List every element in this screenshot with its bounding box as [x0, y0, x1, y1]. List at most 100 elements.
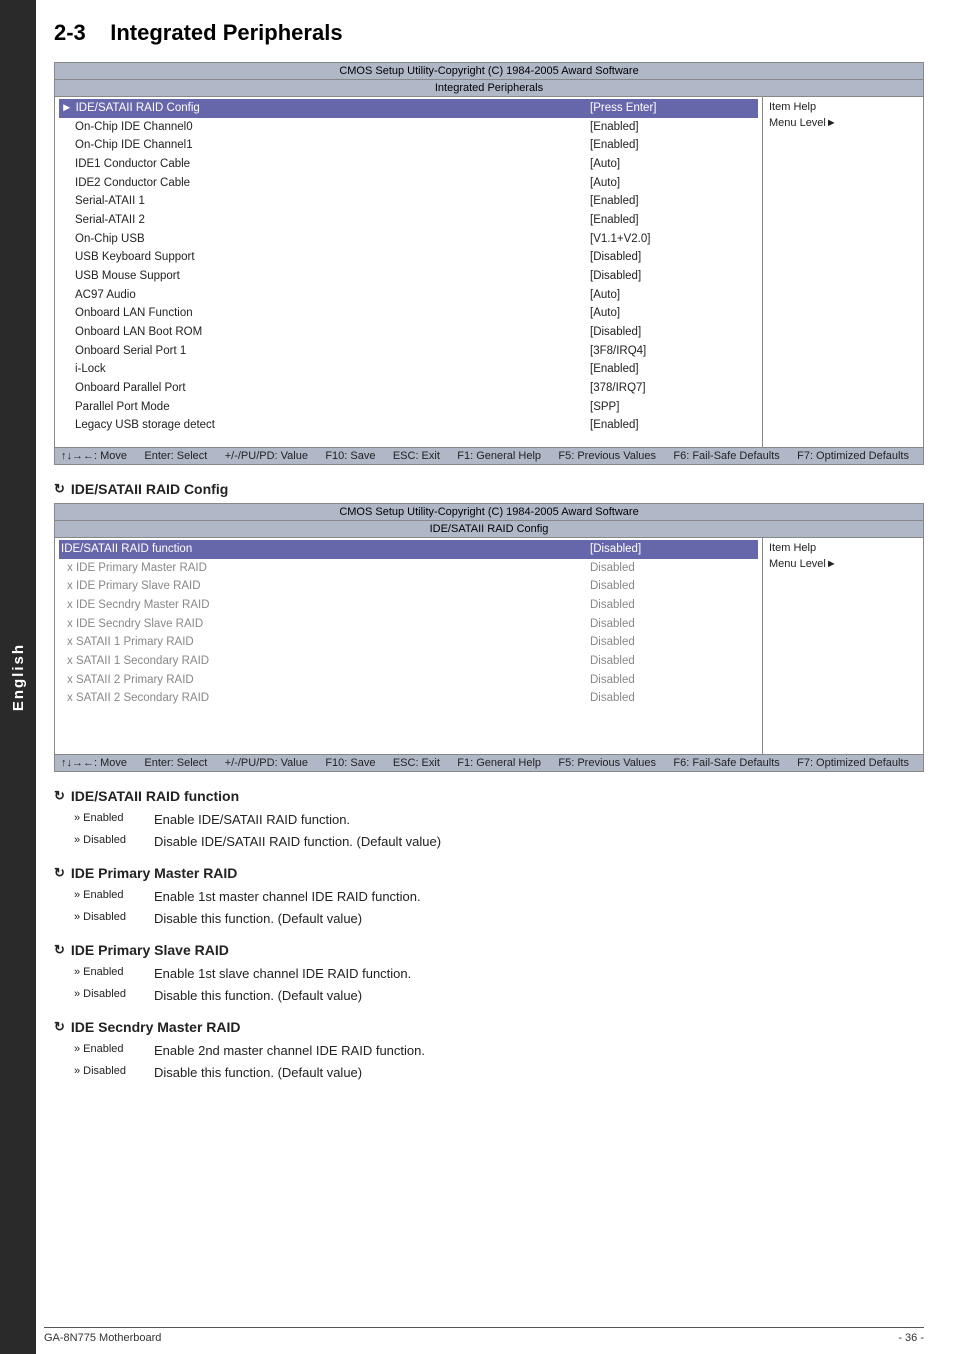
desc-list-ide-primary-slave: » Enabled Enable 1st slave channel IDE R…: [74, 964, 924, 1005]
bios-table-integrated-peripherals: CMOS Setup Utility-Copyright (C) 1984-20…: [54, 62, 924, 465]
menu-level-label: Menu Level►: [767, 115, 919, 131]
section-arrow-icon4: ↻: [54, 942, 65, 958]
bios-row-label: ► IDE/SATAII RAID Config: [61, 100, 586, 117]
bios-row-on-chip-ide0: On-Chip IDE Channel0 [Enabled]: [59, 118, 758, 137]
bios-row-onboard-lan-boot: Onboard LAN Boot ROM [Disabled]: [59, 323, 758, 342]
bios-table1-nav: ↑↓→←: Move Enter: Select +/-/PU/PD: Valu…: [55, 447, 923, 464]
sidebar-tab: English: [0, 0, 36, 1354]
bullet: » Enabled: [74, 810, 154, 830]
bios-table2-help: Item Help Menu Level►: [763, 538, 923, 754]
section-num: 2-3: [54, 20, 86, 45]
desc-item: » Disabled Disable this function. (Defau…: [74, 1063, 924, 1083]
desc-item: » Enabled Enable IDE/SATAII RAID functio…: [74, 810, 924, 830]
bullet: » Enabled: [74, 1041, 154, 1061]
bios-row-value: [Press Enter]: [586, 100, 756, 117]
bios-row-usb-keyboard: USB Keyboard Support [Disabled]: [59, 248, 758, 267]
bios-row-parallel-mode: Parallel Port Mode [SPP]: [59, 398, 758, 417]
nav2-move: ↑↓→←: Move: [61, 757, 127, 769]
section-arrow-icon: ↻: [54, 481, 65, 497]
desc-item: » Enabled Enable 1st master channel IDE …: [74, 887, 924, 907]
bios-table1-body: ► IDE/SATAII RAID Config [Press Enter] O…: [55, 97, 923, 447]
bios-table1-left: ► IDE/SATAII RAID Config [Press Enter] O…: [55, 97, 763, 447]
item-help-label2: Item Help: [767, 540, 919, 556]
title-text: Integrated Peripherals: [110, 20, 342, 45]
bios-row-sataii1-primary: x SATAII 1 Primary RAID Disabled: [59, 633, 758, 652]
bios-row-ide-sataii-function[interactable]: IDE/SATAII RAID function [Disabled]: [59, 540, 758, 559]
bullet: » Enabled: [74, 964, 154, 984]
bios-table1-header1: CMOS Setup Utility-Copyright (C) 1984-20…: [55, 63, 923, 80]
bios-row-ide-secndry-master: x IDE Secndry Master RAID Disabled: [59, 596, 758, 615]
main-content: 2-3 Integrated Peripherals CMOS Setup Ut…: [44, 0, 954, 1106]
bios-table1-header2: Integrated Peripherals: [55, 80, 923, 97]
nav-value: +/-/PU/PD: Value: [225, 450, 308, 462]
bios-table2-left: IDE/SATAII RAID function [Disabled] x ID…: [55, 538, 763, 754]
bios-row-on-chip-ide1: On-Chip IDE Channel1 [Enabled]: [59, 136, 758, 155]
bullet: » Disabled: [74, 986, 154, 1006]
section-heading-ide-primary-master: ↻ IDE Primary Master RAID: [54, 865, 924, 881]
nav2-f6: F6: Fail-Safe Defaults: [673, 757, 779, 769]
bullet: » Disabled: [74, 909, 154, 929]
desc-list-ide-secndry-master: » Enabled Enable 2nd master channel IDE …: [74, 1041, 924, 1082]
bios-row-on-chip-usb: On-Chip USB [V1.1+V2.0]: [59, 230, 758, 249]
desc-text: Enable IDE/SATAII RAID function.: [154, 810, 924, 830]
bios-row-ide2-conductor: IDE2 Conductor Cable [Auto]: [59, 174, 758, 193]
nav2-f10: F10: Save: [325, 757, 375, 769]
desc-item: » Disabled Disable this function. (Defau…: [74, 909, 924, 929]
nav2-value: +/-/PU/PD: Value: [225, 757, 308, 769]
bios-row-onboard-serial1: Onboard Serial Port 1 [3F8/IRQ4]: [59, 342, 758, 361]
desc-item: » Enabled Enable 1st slave channel IDE R…: [74, 964, 924, 984]
item-help-label: Item Help: [767, 99, 919, 115]
desc-text: Disable this function. (Default value): [154, 986, 924, 1006]
section-heading-ide-sataii-function: ↻ IDE/SATAII RAID function: [54, 788, 924, 804]
bios-row-ac97-audio: AC97 Audio [Auto]: [59, 286, 758, 305]
bios-row-sataii2-secondary: x SATAII 2 Secondary RAID Disabled: [59, 689, 758, 708]
section-heading-text2: IDE/SATAII RAID function: [71, 788, 239, 804]
section-heading-ide-secndry-master: ↻ IDE Secndry Master RAID: [54, 1019, 924, 1035]
section-heading-text: IDE/SATAII RAID Config: [71, 481, 228, 497]
nav2-f5: F5: Previous Values: [558, 757, 656, 769]
nav2-f1: F1: General Help: [457, 757, 541, 769]
nav-esc: ESC: Exit: [393, 450, 440, 462]
bios-row-sataii2-primary: x SATAII 2 Primary RAID Disabled: [59, 671, 758, 690]
page-title: 2-3 Integrated Peripherals: [54, 20, 924, 46]
bios-table-ide-sataii-raid-config: CMOS Setup Utility-Copyright (C) 1984-20…: [54, 503, 924, 772]
menu-level-label2: Menu Level►: [767, 556, 919, 572]
desc-text: Enable 2nd master channel IDE RAID funct…: [154, 1041, 924, 1061]
desc-list-ide-primary-master: » Enabled Enable 1st master channel IDE …: [74, 887, 924, 928]
nav-f6: F6: Fail-Safe Defaults: [673, 450, 779, 462]
bios-row-onboard-lan-func: Onboard LAN Function [Auto]: [59, 304, 758, 323]
footer-right: - 36 -: [898, 1332, 924, 1344]
section-heading-text4: IDE Primary Slave RAID: [71, 942, 229, 958]
desc-list-ide-sataii-function: » Enabled Enable IDE/SATAII RAID functio…: [74, 810, 924, 851]
bios-table2-nav: ↑↓→←: Move Enter: Select +/-/PU/PD: Valu…: [55, 754, 923, 771]
bios-row-sataii1-secondary: x SATAII 1 Secondary RAID Disabled: [59, 652, 758, 671]
desc-text: Disable IDE/SATAII RAID function. (Defau…: [154, 832, 924, 852]
section-arrow-icon2: ↻: [54, 788, 65, 804]
nav-f7: F7: Optimized Defaults: [797, 450, 909, 462]
bios-table2-body: IDE/SATAII RAID function [Disabled] x ID…: [55, 538, 923, 754]
bios-table1-help: Item Help Menu Level►: [763, 97, 923, 447]
bios-row-legacy-usb-storage: Legacy USB storage detect [Enabled]: [59, 416, 758, 435]
bios-row-serial-ataii1: Serial-ATAII 1 [Enabled]: [59, 192, 758, 211]
bios-row-onboard-parallel: Onboard Parallel Port [378/IRQ7]: [59, 379, 758, 398]
nav2-esc: ESC: Exit: [393, 757, 440, 769]
bios-row-serial-ataii2: Serial-ATAII 2 [Enabled]: [59, 211, 758, 230]
sidebar-label: English: [10, 643, 27, 711]
nav-f5: F5: Previous Values: [558, 450, 656, 462]
desc-text: Disable this function. (Default value): [154, 909, 924, 929]
nav-f1: F1: General Help: [457, 450, 541, 462]
bullet: » Disabled: [74, 1063, 154, 1083]
bios-row-ide-primary-master: x IDE Primary Master RAID Disabled: [59, 559, 758, 578]
desc-text: Enable 1st master channel IDE RAID funct…: [154, 887, 924, 907]
section-arrow-icon3: ↻: [54, 865, 65, 881]
nav2-f7: F7: Optimized Defaults: [797, 757, 909, 769]
nav2-enter: Enter: Select: [144, 757, 207, 769]
bullet: » Enabled: [74, 887, 154, 907]
bios-row-ide1-conductor: IDE1 Conductor Cable [Auto]: [59, 155, 758, 174]
section-heading-ide-sataii: ↻ IDE/SATAII RAID Config: [54, 481, 924, 497]
footer-left: GA-8N775 Motherboard: [44, 1332, 161, 1344]
nav-move: ↑↓→←: Move: [61, 450, 127, 462]
bios-row-usb-mouse: USB Mouse Support [Disabled]: [59, 267, 758, 286]
bios-row-ide-sataii-raid-config[interactable]: ► IDE/SATAII RAID Config [Press Enter]: [59, 99, 758, 118]
section-heading-text3: IDE Primary Master RAID: [71, 865, 238, 881]
